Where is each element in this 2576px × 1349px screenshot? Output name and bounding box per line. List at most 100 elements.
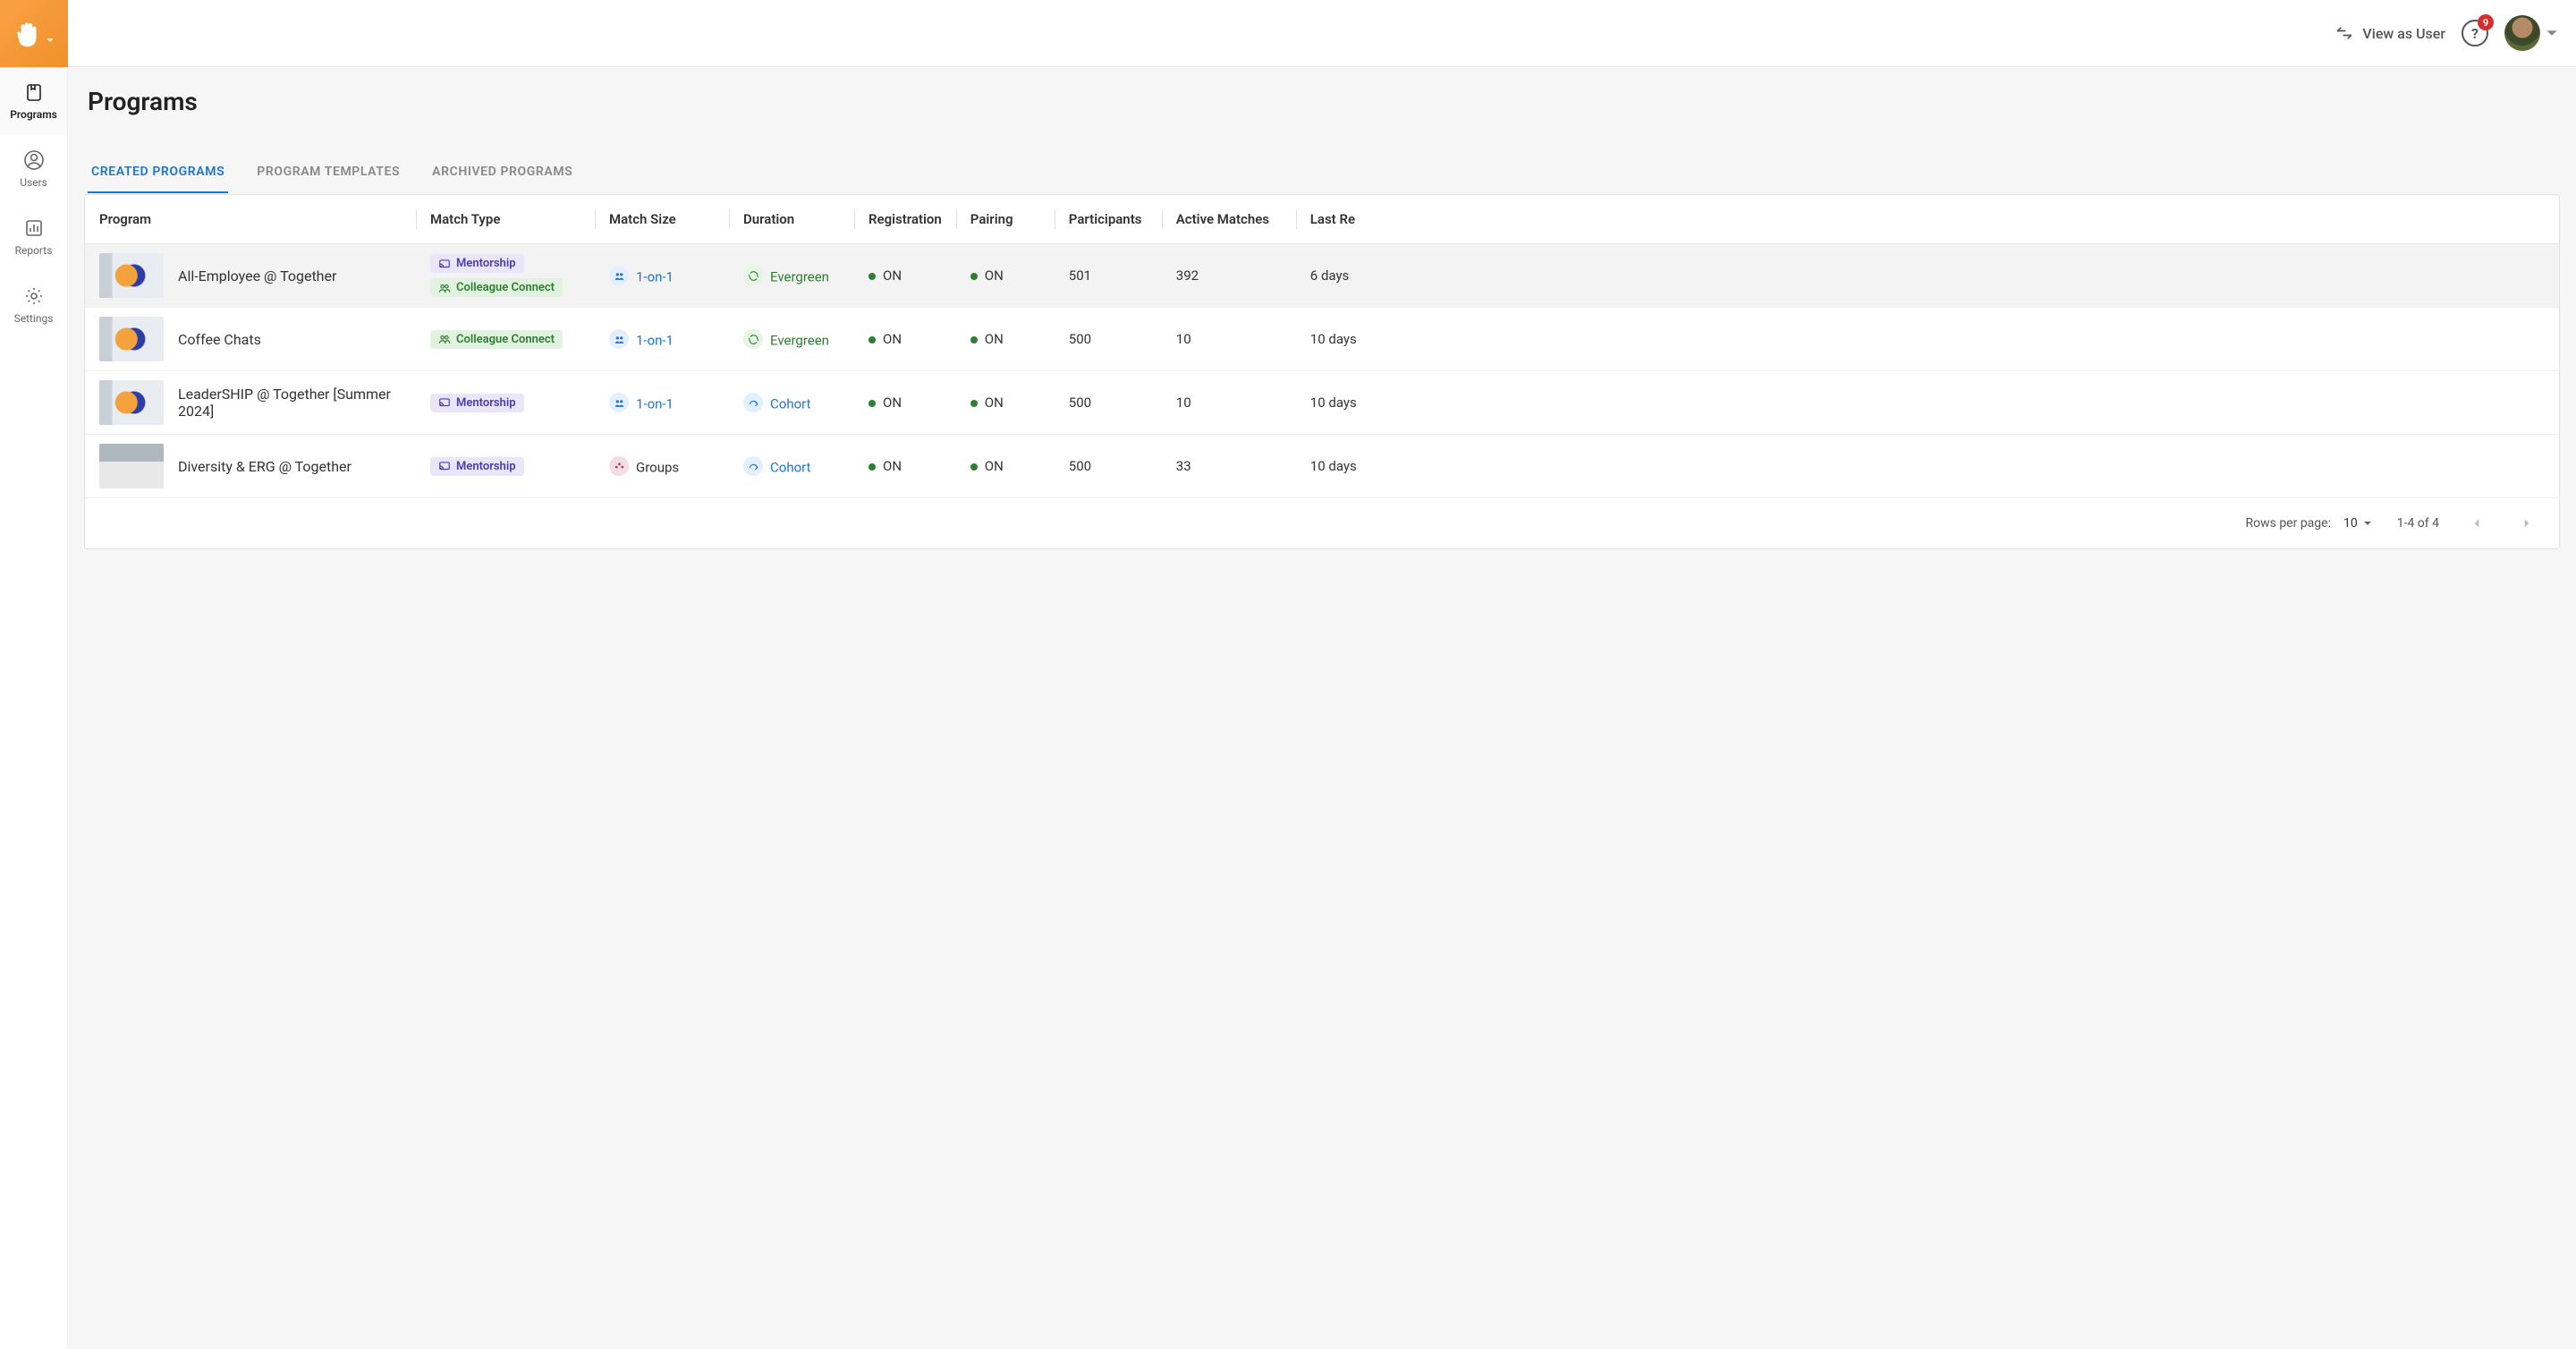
status-value: ON <box>883 267 902 284</box>
match-size-value: 1-on-1 <box>636 269 674 285</box>
notification-badge: 9 <box>2478 14 2494 30</box>
program-name: All-Employee @ Together <box>178 267 336 284</box>
match-size-value: 1-on-1 <box>636 396 674 412</box>
col-match-type[interactable]: Match Type <box>416 195 595 244</box>
avatar <box>2504 15 2540 51</box>
sidebar-item-settings[interactable]: Settings <box>0 271 67 339</box>
page-title: Programs <box>88 87 2560 116</box>
cast-icon <box>438 258 451 270</box>
match-size-value: 1-on-1 <box>636 333 674 349</box>
program-name: Diversity & ERG @ Together <box>178 458 352 475</box>
status-value: ON <box>985 331 1004 347</box>
duration-value: Cohort <box>770 460 811 476</box>
reports-icon <box>23 217 45 239</box>
question-mark-icon: ? <box>2471 25 2479 42</box>
status-value: ON <box>883 395 902 411</box>
rows-per-page-label: Rows per page: <box>2245 516 2330 530</box>
chevron-down-icon <box>46 36 55 45</box>
duration-value: Evergreen <box>770 333 829 349</box>
last-value: 10 days <box>1296 308 2559 371</box>
participants-value: 500 <box>1055 308 1162 371</box>
topbar: View as User ? 9 <box>68 0 2576 67</box>
sidebar-item-programs[interactable]: Programs <box>0 67 67 135</box>
rows-per-page-value: 10 <box>2343 516 2358 530</box>
program-name: LeaderSHIP @ Together [Summer 2024] <box>178 386 402 420</box>
cohort-icon <box>743 456 763 476</box>
settings-icon <box>23 285 45 307</box>
tab-program-templates[interactable]: PROGRAM TEMPLATES <box>253 159 403 193</box>
sidebar-item-label: Users <box>20 176 47 189</box>
last-value: 10 days <box>1296 435 2559 498</box>
pagination: Rows per page: 10 1-4 of 4 <box>85 498 2559 548</box>
chevron-right-icon <box>2519 515 2535 531</box>
col-registration[interactable]: Registration <box>854 195 956 244</box>
programs-table: Program Match Type Match Size Duration R… <box>85 195 2559 498</box>
col-match-size[interactable]: Match Size <box>595 195 729 244</box>
programs-icon <box>23 81 45 103</box>
program-thumbnail <box>99 317 164 361</box>
col-last[interactable]: Last Re <box>1296 195 2559 244</box>
sidebar-item-reports[interactable]: Reports <box>0 203 67 271</box>
col-pairing[interactable]: Pairing <box>956 195 1055 244</box>
status-dot-icon <box>970 463 978 471</box>
prev-page-button[interactable] <box>2464 511 2489 536</box>
col-active-matches[interactable]: Active Matches <box>1162 195 1296 244</box>
table-row[interactable]: Coffee Chats Colleague Connect 1-on-1 Everg… <box>85 308 2559 371</box>
table-row[interactable]: LeaderSHIP @ Together [Summer 2024]Mento… <box>85 371 2559 435</box>
col-participants[interactable]: Participants <box>1055 195 1162 244</box>
program-thumbnail <box>99 444 164 488</box>
status-dot-icon <box>970 273 978 280</box>
pagination-range: 1-4 of 4 <box>2397 516 2439 530</box>
match-type-pill-colleague: Colleague Connect <box>430 330 563 349</box>
groups-icon <box>609 456 629 476</box>
status-dot-icon <box>869 463 876 471</box>
cohort-icon <box>743 393 763 412</box>
sidebar-item-label: Programs <box>10 108 57 121</box>
last-value: 10 days <box>1296 371 2559 435</box>
cast-icon <box>438 460 451 472</box>
program-name: Coffee Chats <box>178 331 261 348</box>
col-duration[interactable]: Duration <box>729 195 854 244</box>
next-page-button[interactable] <box>2514 511 2539 536</box>
programs-table-card: Program Match Type Match Size Duration R… <box>84 194 2560 549</box>
tab-archived-programs[interactable]: ARCHIVED PROGRAMS <box>428 159 576 193</box>
active-matches-value: 392 <box>1162 244 1296 308</box>
one-on-one-icon <box>609 329 629 349</box>
tab-created-programs[interactable]: CREATED PROGRAMS <box>88 159 228 193</box>
brand-logo[interactable] <box>0 0 68 67</box>
table-row[interactable]: All-Employee @ TogetherMentorshipColleag… <box>85 244 2559 308</box>
match-type-pill-mentorship: Mentorship <box>430 457 524 476</box>
view-as-user-button[interactable]: View as User <box>2335 24 2445 42</box>
user-menu[interactable] <box>2504 15 2558 51</box>
view-as-label: View as User <box>2362 25 2445 42</box>
one-on-one-icon <box>609 266 629 285</box>
swap-icon <box>2335 24 2353 42</box>
people-icon <box>438 282 451 294</box>
duration-value: Cohort <box>770 396 811 412</box>
cast-icon <box>438 396 451 409</box>
sidebar: Programs Users Reports Settings <box>0 0 68 1349</box>
users-icon <box>23 149 45 171</box>
table-row[interactable]: Diversity & ERG @ Together Mentorship Grou… <box>85 435 2559 498</box>
help-button[interactable]: ? 9 <box>2462 20 2488 47</box>
duration-value: Evergreen <box>770 269 829 285</box>
status-dot-icon <box>869 400 876 407</box>
active-matches-value: 10 <box>1162 371 1296 435</box>
sidebar-item-label: Reports <box>15 244 53 257</box>
last-value: 6 days <box>1296 244 2559 308</box>
table-header-row: Program Match Type Match Size Duration R… <box>85 195 2559 244</box>
col-program[interactable]: Program <box>85 195 416 244</box>
match-type-pill-mentorship: Mentorship <box>430 254 524 273</box>
participants-value: 500 <box>1055 371 1162 435</box>
status-value: ON <box>985 458 1004 474</box>
status-dot-icon <box>869 336 876 344</box>
chevron-down-icon <box>2546 27 2558 39</box>
sidebar-item-users[interactable]: Users <box>0 135 67 203</box>
tabs: CREATED PROGRAMS PROGRAM TEMPLATES ARCHIVE… <box>88 159 2560 194</box>
match-size-value: Groups <box>636 460 679 476</box>
participants-value: 500 <box>1055 435 1162 498</box>
rows-per-page-select[interactable]: 10 <box>2343 516 2372 530</box>
active-matches-value: 33 <box>1162 435 1296 498</box>
chevron-down-icon <box>2363 519 2372 528</box>
participants-value: 501 <box>1055 244 1162 308</box>
